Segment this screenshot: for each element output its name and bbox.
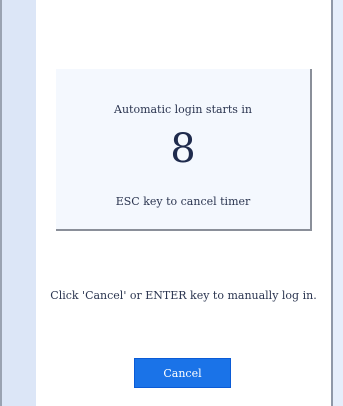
left-sidebar-strip (2, 0, 36, 406)
countdown-value: 8 (170, 126, 196, 172)
timer-label: Automatic login starts in (114, 103, 252, 116)
cancel-button[interactable]: Cancel (134, 358, 231, 388)
right-sidebar-strip (333, 0, 343, 406)
esc-cancel-hint: ESC key to cancel timer (115, 195, 251, 208)
auto-login-timer-box: Automatic login starts in 8 ESC key to c… (56, 69, 312, 231)
manual-login-hint: Click 'Cancel' or ENTER key to manually … (50, 289, 317, 302)
